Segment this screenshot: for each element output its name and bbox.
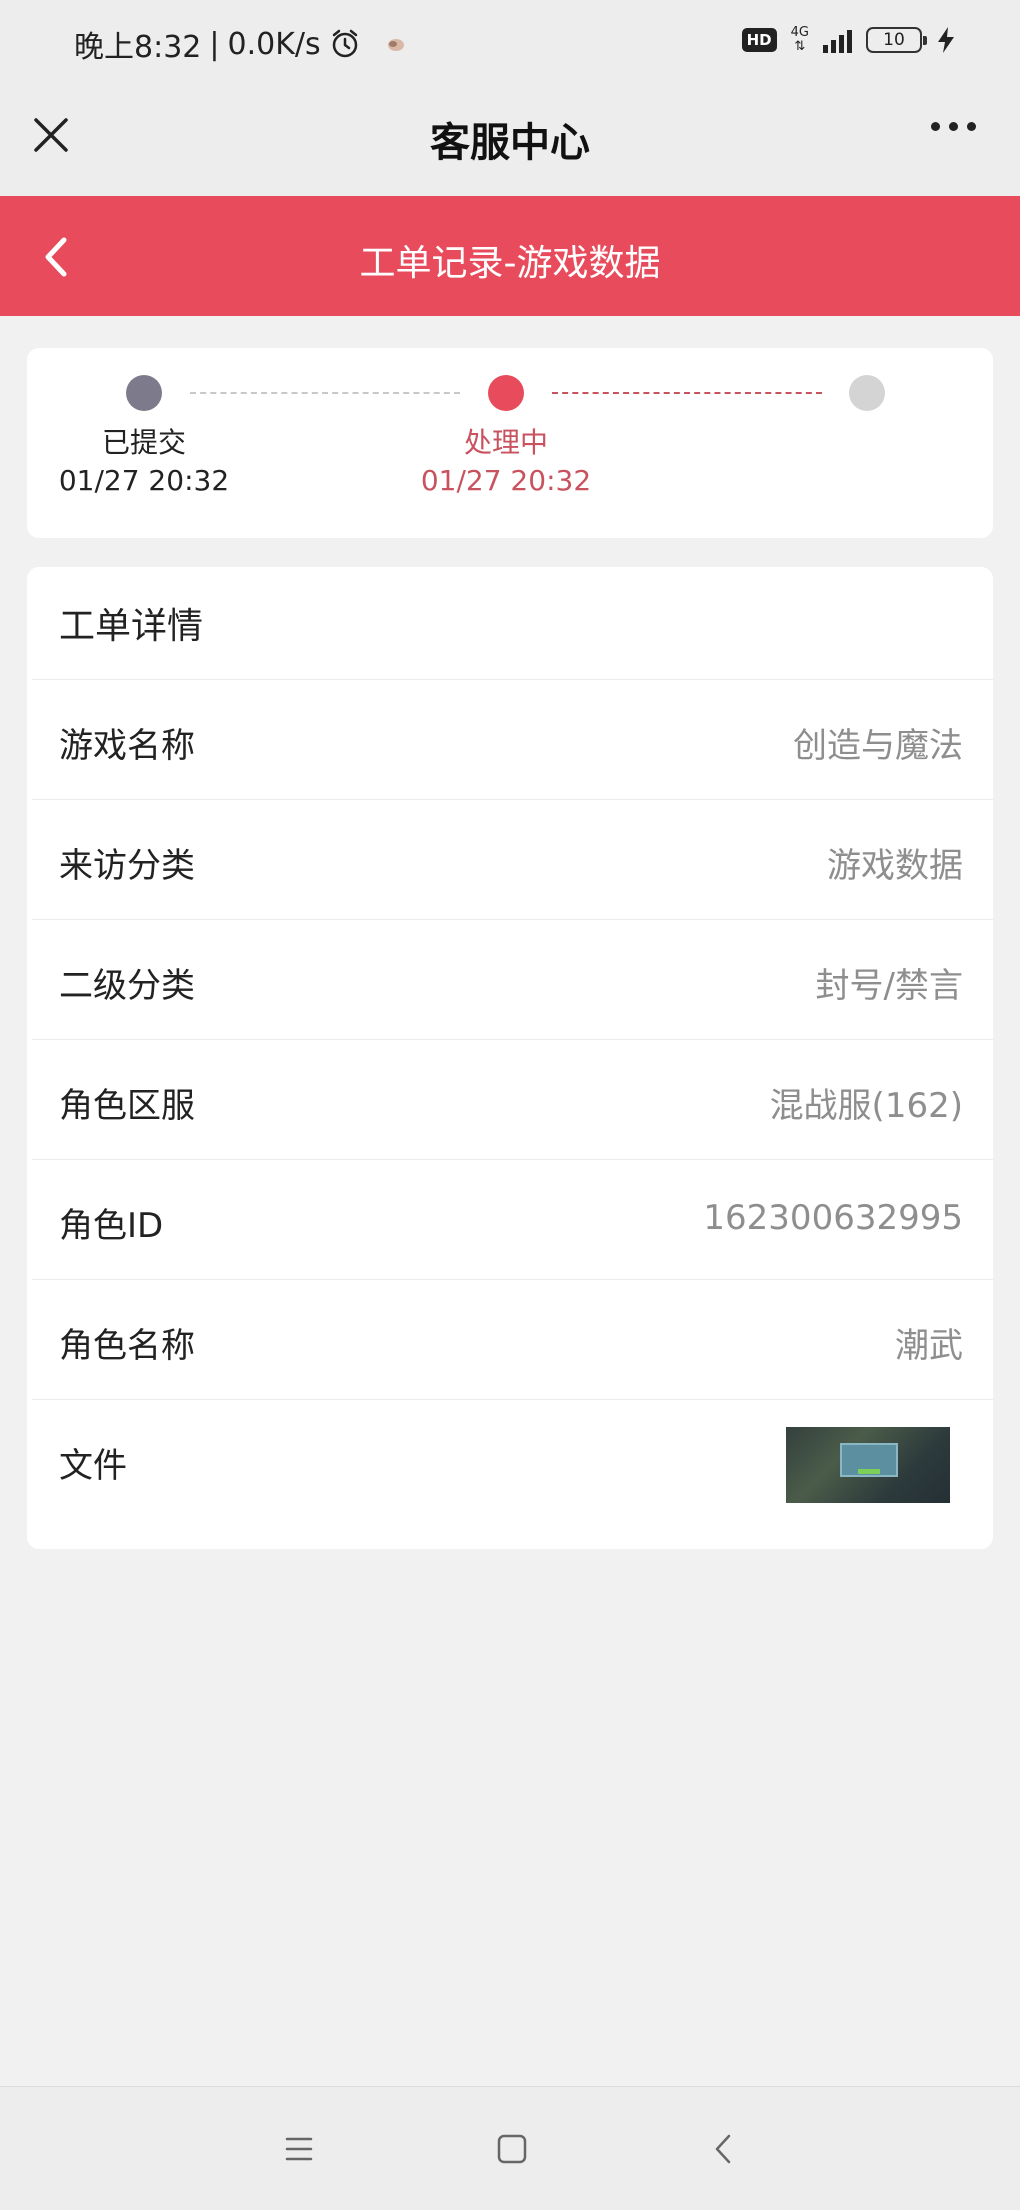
status-left: 晚上8:32 | 0.0K/s xyxy=(74,22,411,66)
step-time: 01/27 20:32 xyxy=(420,464,592,497)
back-triangle-icon[interactable] xyxy=(702,2127,746,2171)
status-separator: | xyxy=(209,26,220,62)
detail-row-role-id: 角色ID 162300632995 xyxy=(32,1159,993,1279)
detail-row-visit-category: 来访分类 游戏数据 xyxy=(32,799,993,919)
row-label: 来访分类 xyxy=(59,846,195,886)
ticket-header: 工单记录-游戏数据 xyxy=(0,196,1020,316)
file-thumbnail[interactable] xyxy=(786,1427,950,1503)
hd-badge: HD xyxy=(741,28,777,52)
step-connector xyxy=(552,392,822,394)
detail-row-file: 文件 xyxy=(32,1399,993,1549)
row-label: 角色区服 xyxy=(59,1086,195,1126)
step-time: 01/27 20:32 xyxy=(58,464,230,497)
signal-icon xyxy=(823,27,852,53)
page-title: 客服中心 xyxy=(430,120,590,166)
row-value: 潮武 xyxy=(895,1326,963,1366)
status-speed: 0.0K/s xyxy=(227,26,321,62)
shell-notification-icon xyxy=(387,39,404,51)
step-dot-submitted xyxy=(126,375,162,411)
status-time: 晚上8:32 xyxy=(74,30,202,65)
step-connector xyxy=(190,392,460,394)
network-type: 4G ⇅ xyxy=(790,25,809,54)
app-title-bar: 客服中心 xyxy=(0,90,1020,196)
more-dots-icon[interactable] xyxy=(931,122,976,131)
status-bar: 晚上8:32 | 0.0K/s HD 4G ⇅ 10 xyxy=(0,0,1020,90)
system-nav-bar xyxy=(0,2086,1020,2210)
detail-row-server: 角色区服 混战服(162) xyxy=(32,1039,993,1159)
network-type-label: 4G xyxy=(790,25,809,40)
row-label: 二级分类 xyxy=(59,966,195,1006)
row-value: 162300632995 xyxy=(703,1198,963,1238)
detail-card-title: 工单详情 xyxy=(59,606,204,647)
row-value: 混战服(162) xyxy=(769,1086,963,1126)
ticket-detail-card: 工单详情 游戏名称 创造与魔法 来访分类 游戏数据 二级分类 封号/禁言 角色区… xyxy=(27,567,993,1549)
alarm-clock-icon xyxy=(332,29,357,58)
step-dot-pending xyxy=(849,375,885,411)
step-label: 处理中 xyxy=(463,426,548,459)
row-value: 游戏数据 xyxy=(827,846,963,886)
detail-row-role-name: 角色名称 潮武 xyxy=(32,1279,993,1399)
detail-row-game-name: 游戏名称 创造与魔法 xyxy=(32,679,993,799)
battery-level: 10 xyxy=(883,30,905,50)
battery-icon: 10 xyxy=(866,27,927,53)
step-processing: 处理中 01/27 20:32 xyxy=(386,424,626,500)
step-submitted: 已提交 01/27 20:32 xyxy=(24,424,264,500)
row-label: 游戏名称 xyxy=(59,726,195,766)
menu-icon[interactable] xyxy=(277,2127,321,2171)
row-label: 角色ID xyxy=(59,1206,164,1246)
ticket-header-title: 工单记录-游戏数据 xyxy=(359,243,661,284)
home-square-icon[interactable] xyxy=(490,2127,534,2171)
charging-bolt-icon xyxy=(938,27,954,53)
step-label: 已提交 xyxy=(101,426,186,459)
status-right: HD 4G ⇅ 10 xyxy=(741,25,956,54)
detail-row-sub-category: 二级分类 封号/禁言 xyxy=(32,919,993,1039)
row-label: 文件 xyxy=(59,1446,127,1486)
row-value: 封号/禁言 xyxy=(815,966,963,1006)
row-label: 角色名称 xyxy=(59,1326,195,1366)
progress-card: 已提交 01/27 20:32 处理中 01/27 20:32 xyxy=(27,348,993,538)
row-value: 创造与魔法 xyxy=(793,726,963,766)
step-dot-processing xyxy=(488,375,524,411)
